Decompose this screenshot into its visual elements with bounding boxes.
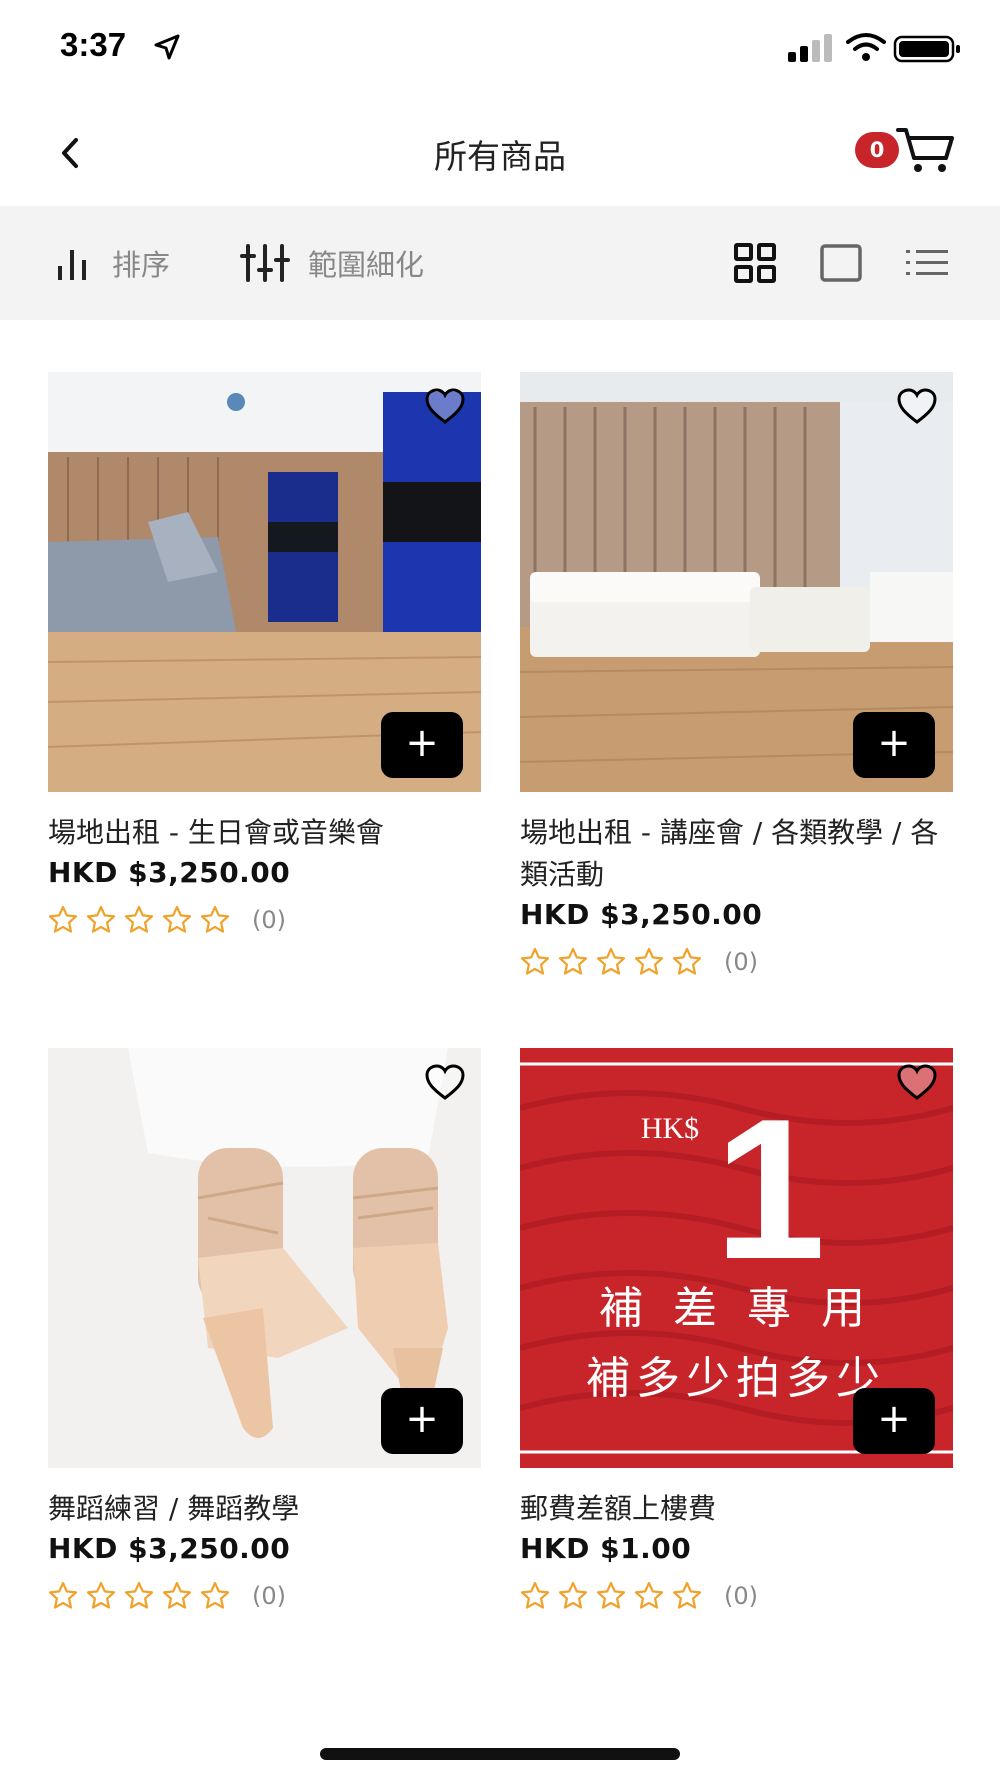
product-image[interactable]: +: [48, 1048, 481, 1468]
wifi-icon: [846, 33, 886, 61]
star-icon: [634, 947, 664, 975]
battery-icon: [893, 35, 960, 63]
location-arrow-icon: [154, 34, 180, 60]
status-bar: 3:37: [0, 0, 1000, 100]
product-card[interactable]: + 舞蹈練習 / 舞蹈教學 HKD $3,250.00 (0): [48, 1048, 481, 1613]
filter-button[interactable]: 範圍細化: [240, 206, 424, 320]
product-card[interactable]: + 場地出租 - 講座會 / 各類教學 / 各類活動 HKD $3,250.00…: [520, 372, 953, 979]
star-icon: [86, 905, 116, 933]
banner-line2: 補多少拍多少: [586, 1353, 886, 1404]
single-view-icon[interactable]: [818, 242, 864, 284]
header: 所有商品 0: [0, 100, 1000, 206]
banner-amount: 1: [714, 1078, 825, 1301]
cellular-signal-icon: [788, 34, 832, 62]
star-icon: [672, 947, 702, 975]
wishlist-heart-icon[interactable]: [423, 1062, 467, 1102]
status-time: 3:37: [60, 26, 127, 63]
add-to-cart-button[interactable]: +: [853, 1388, 935, 1454]
star-icon: [124, 1581, 154, 1609]
star-icon: [520, 1581, 550, 1609]
wishlist-heart-icon[interactable]: [895, 386, 939, 426]
toolbar: 排序 範圍細化: [0, 206, 1000, 320]
product-price: HKD $3,250.00: [48, 856, 291, 889]
star-icon: [634, 1581, 664, 1609]
review-count: (0): [724, 1582, 758, 1610]
page-title: 所有商品: [434, 137, 566, 176]
product-price: HKD $3,250.00: [520, 898, 763, 931]
grid-view-icon[interactable]: [732, 242, 778, 284]
star-icon: [672, 1581, 702, 1609]
star-icon: [558, 1581, 588, 1609]
product-rating: (0): [520, 945, 953, 979]
product-name[interactable]: 場地出租 - 講座會 / 各類教學 / 各類活動: [520, 812, 953, 896]
review-count: (0): [252, 906, 286, 934]
review-count: (0): [252, 1582, 286, 1610]
home-indicator: [320, 1748, 680, 1760]
product-list-page: 3:37 所有商品 0 排序 範圍細化 + 場地出租 - 生日會或音樂會 HKD…: [0, 0, 1000, 1778]
product-image[interactable]: +: [520, 372, 953, 792]
sort-button[interactable]: 排序: [52, 206, 170, 320]
star-icon: [162, 1581, 192, 1609]
star-icon: [162, 905, 192, 933]
star-icon: [596, 1581, 626, 1609]
cart-icon[interactable]: [894, 124, 956, 176]
review-count: (0): [724, 948, 758, 976]
wishlist-heart-icon[interactable]: [423, 386, 467, 426]
product-image[interactable]: HK$ 1 補 差 專 用 補多少拍多少 +: [520, 1048, 953, 1468]
star-icon: [596, 947, 626, 975]
add-to-cart-button[interactable]: +: [853, 712, 935, 778]
cart-count-badge: 0: [855, 132, 899, 168]
star-icon: [48, 1581, 78, 1609]
list-view-icon[interactable]: [904, 242, 950, 284]
add-to-cart-button[interactable]: +: [381, 712, 463, 778]
banner-line1: 補 差 專 用: [599, 1283, 873, 1334]
product-card[interactable]: + 場地出租 - 生日會或音樂會 HKD $3,250.00 (0): [48, 372, 481, 937]
filter-label: 範圍細化: [308, 248, 425, 282]
product-rating: (0): [48, 1579, 481, 1613]
sort-bars-icon: [58, 250, 86, 280]
star-icon: [200, 905, 230, 933]
product-image[interactable]: +: [48, 372, 481, 792]
wishlist-heart-icon[interactable]: [895, 1062, 939, 1102]
star-icon: [520, 947, 550, 975]
product-name[interactable]: 舞蹈練習 / 舞蹈教學: [48, 1488, 481, 1530]
add-to-cart-button[interactable]: +: [381, 1388, 463, 1454]
star-icon: [558, 947, 588, 975]
product-card[interactable]: HK$ 1 補 差 專 用 補多少拍多少 + 郵費差額上樓費 HKD $1.00…: [520, 1048, 953, 1613]
sort-label: 排序: [112, 248, 171, 282]
product-price: HKD $1.00: [520, 1532, 692, 1565]
star-icon: [200, 1581, 230, 1609]
product-price: HKD $3,250.00: [48, 1532, 291, 1565]
filter-sliders-icon: [240, 244, 290, 282]
product-rating: (0): [48, 903, 481, 937]
star-icon: [48, 905, 78, 933]
product-name[interactable]: 郵費差額上樓費: [520, 1488, 953, 1530]
star-icon: [124, 905, 154, 933]
product-rating: (0): [520, 1579, 953, 1613]
star-icon: [86, 1581, 116, 1609]
banner-currency: HK$: [641, 1112, 699, 1145]
product-name[interactable]: 場地出租 - 生日會或音樂會: [48, 812, 481, 854]
